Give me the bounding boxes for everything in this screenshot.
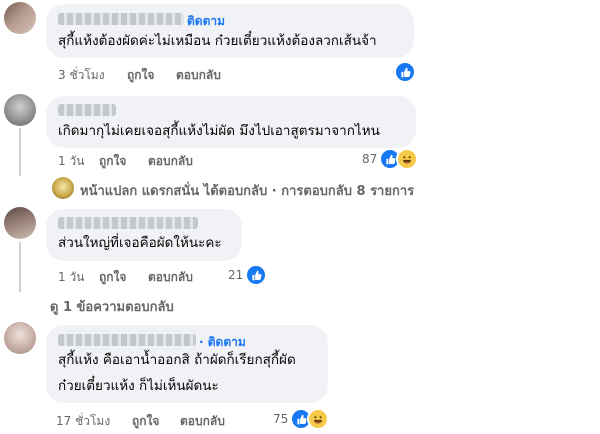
comment-text: สุกี้แห้งต้องผัดค่ะไม่เหมือน ก๋วยเตี๋ยวแ… [58,33,377,49]
follow-button[interactable]: ติดตาม [187,12,225,31]
comment-text: ส่วนใหญ่ที่เจอคือผัดให้นะคะ [58,235,222,251]
comment-text: เกิดมากุไม่เคยเจอสุกี้แห้งไม่ผัด มึงไปเอ… [58,123,380,139]
like-button[interactable]: ถูกใจ [99,152,126,171]
reaction-count: 75 [273,412,289,426]
comment-bubble: ติดตาม สุกี้แห้งต้องผัดค่ะไม่เหมือน ก๋วย… [46,4,414,58]
avatar[interactable] [4,322,36,354]
haha-icon [307,408,330,430]
avatar[interactable] [4,2,36,34]
author-name[interactable] [58,104,116,116]
author-name[interactable] [58,13,184,25]
reaction-summary[interactable]: 21 [228,264,268,286]
reaction-count: 87 [362,152,378,166]
avatar[interactable] [4,207,36,239]
thread-connector [19,168,47,188]
reaction-summary[interactable]: 75 [273,408,330,430]
view-replies-link[interactable]: ดู 1 ข้อความตอบกลับ [50,296,174,317]
reply-button[interactable]: ตอบกลับ [148,268,193,287]
like-button[interactable]: ถูกใจ [99,268,126,287]
thread-connector [19,284,39,298]
haha-icon [396,148,419,170]
comment-time[interactable]: 3 ชั่วโมง [58,66,105,85]
reply-button[interactable]: ตอบกลับ [180,412,225,431]
like-icon [245,264,268,286]
comment-bubble: · ติดตาม สุกี้แห้ง คือเอาน้ำออกสิ ถ้าผัด… [46,325,328,403]
comment-bubble: ส่วนใหญ่ที่เจอคือผัดให้นะคะ [46,209,242,261]
comment-time[interactable]: 1 วัน [58,152,84,171]
comment-time[interactable]: 1 วัน [58,268,84,287]
reaction-summary[interactable]: 87 [362,148,419,170]
like-button[interactable]: ถูกใจ [132,412,159,431]
reply-button[interactable]: ตอบกลับ [176,66,221,85]
comment-text: ก๋วยเตี๋ยวแห้ง ก็ไม่เห็นผัดนะ [58,378,219,394]
reply-avatar[interactable] [52,177,74,199]
author-name[interactable] [58,334,196,346]
comment-bubble: เกิดมากุไม่เคยเจอสุกี้แห้งไม่ผัด มึงไปเอ… [46,96,416,148]
comment-time[interactable]: 17 ชั่วโมง [56,412,110,431]
view-replies-link[interactable]: หน้าแปลก แดรกสนั่น ได้ตอบกลับ · การตอบกล… [80,180,414,201]
reaction-summary[interactable] [392,61,416,83]
like-button[interactable]: ถูกใจ [127,66,154,85]
like-icon [394,61,416,83]
reply-button[interactable]: ตอบกลับ [148,152,193,171]
avatar[interactable] [4,94,36,126]
author-name[interactable] [58,217,198,229]
reaction-count: 21 [228,268,244,282]
comment-text: สุกี้แห้ง คือเอาน้ำออกสิ ถ้าผัดก็เรียกสุ… [58,352,296,368]
